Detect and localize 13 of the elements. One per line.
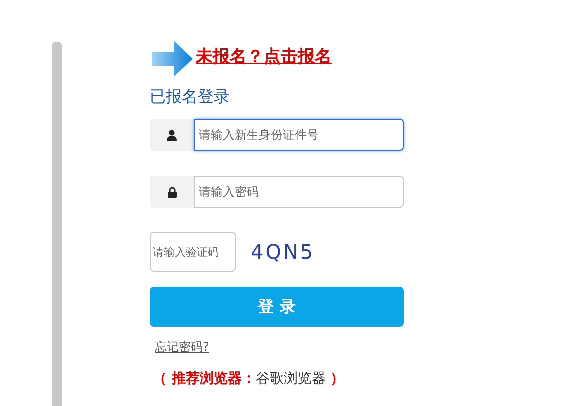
browser-note-close: ） bbox=[330, 370, 345, 388]
login-heading: 已报名登录 bbox=[150, 87, 231, 108]
arrow-icon bbox=[150, 40, 194, 78]
browser-name: 谷歌浏览器 bbox=[256, 370, 326, 388]
user-icon bbox=[167, 130, 177, 140]
captcha-field[interactable]: 请输入验证码 bbox=[150, 232, 236, 272]
lock-icon bbox=[168, 186, 176, 198]
browser-note-label: （ 推荐浏览器： bbox=[153, 370, 256, 388]
forgot-password-link[interactable]: 忘记密码? bbox=[155, 339, 210, 356]
input-field[interactable]: 请输入新生身份证件号 bbox=[194, 119, 404, 151]
input-field[interactable]: 请输入密码 bbox=[194, 176, 404, 208]
captcha-code[interactable]: 4QN5 bbox=[251, 240, 316, 264]
register-link[interactable]: 未报名？点击报名 bbox=[196, 45, 332, 68]
